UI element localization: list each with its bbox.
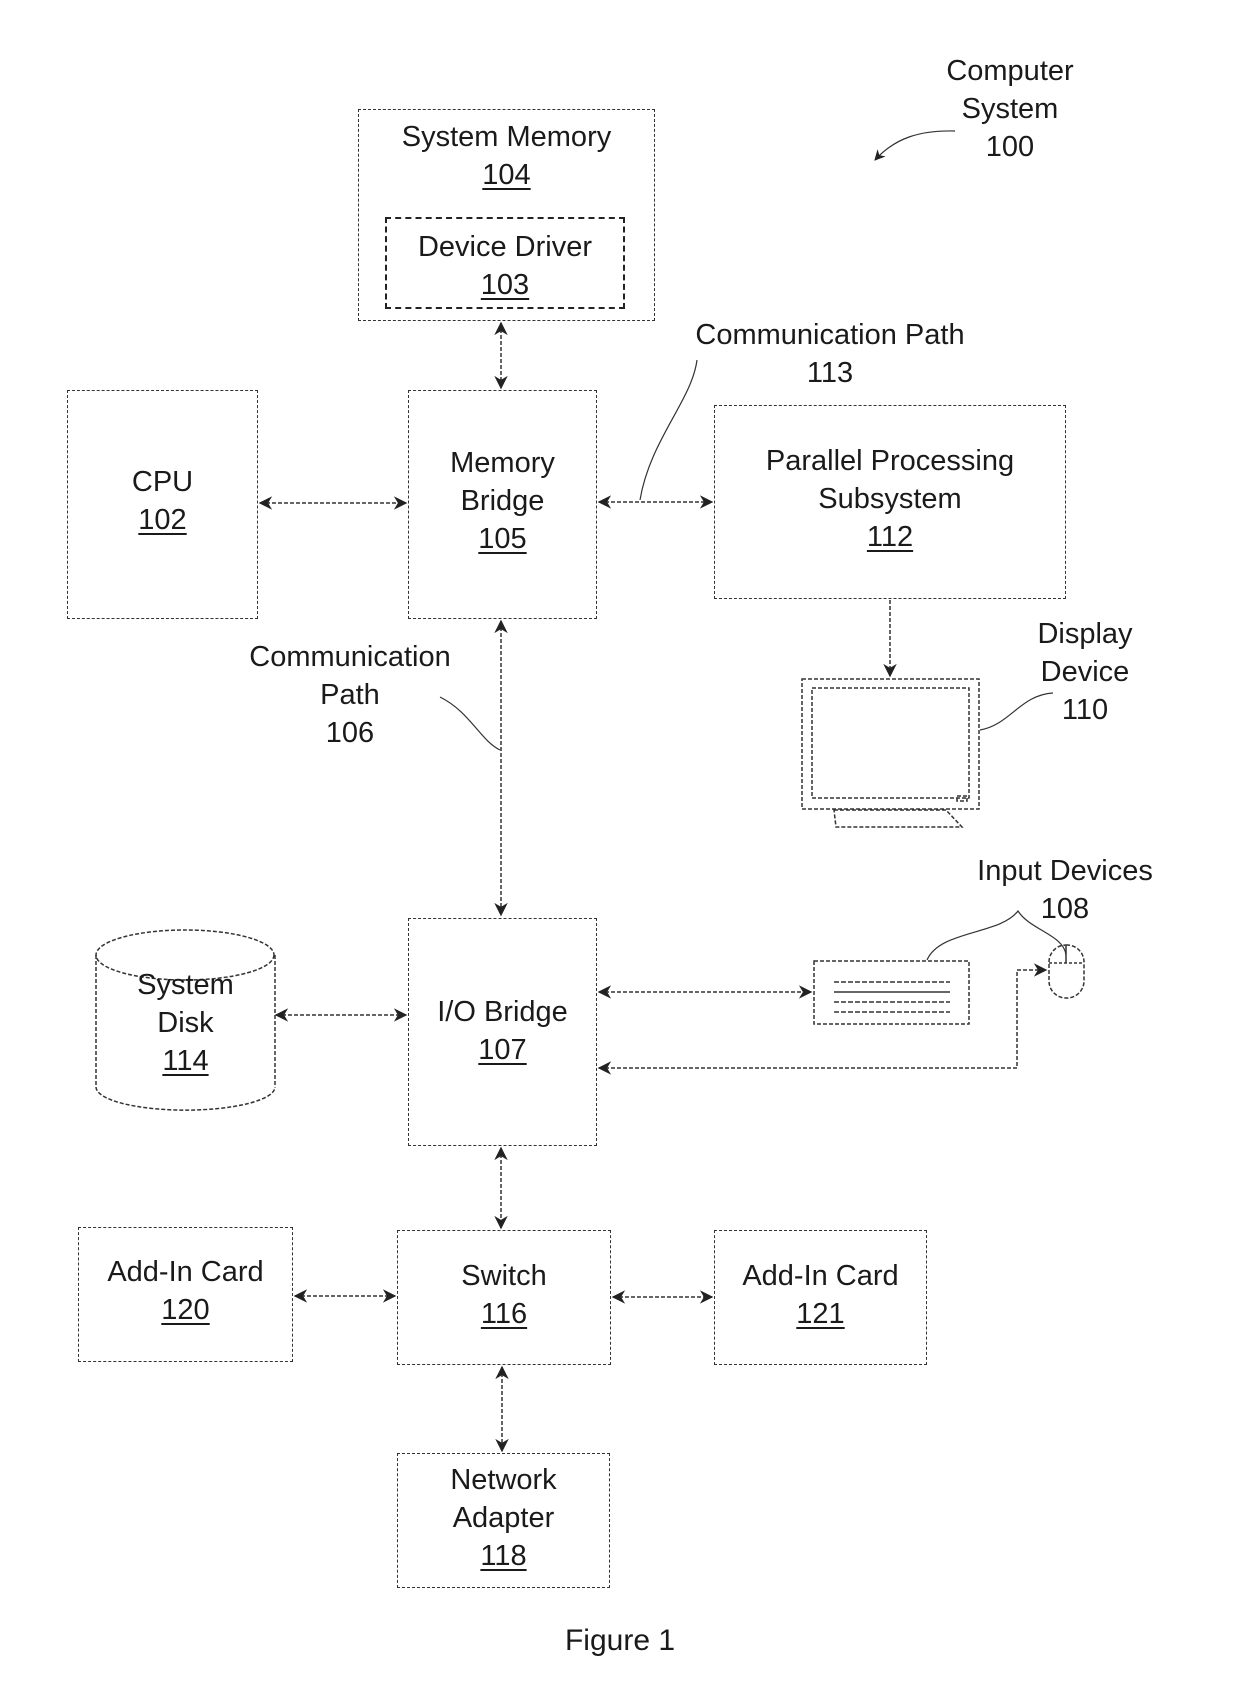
display-device-line2: Device	[1040, 656, 1130, 688]
comm-path-113-text: Communication Path	[695, 319, 965, 351]
memory-bridge-label: Memory Bridge 105	[408, 444, 597, 558]
pps-line1: Parallel Processing	[765, 445, 1015, 477]
system-disk-line2: Disk	[157, 1007, 214, 1039]
io-bridge-name: I/O Bridge	[437, 996, 568, 1028]
memory-bridge-ref: 105	[478, 523, 527, 555]
system-memory-ref: 104	[482, 159, 531, 191]
pps-ref: 112	[866, 521, 914, 553]
add-in-card-121-label: Add-In Card 121	[706, 1257, 935, 1333]
comm-path-106-line2: Path	[320, 679, 380, 711]
device-driver-ref: 103	[480, 269, 530, 301]
switch-label: Switch 116	[397, 1257, 611, 1333]
figure-canvas: Computer System 100 System Memory 104 De…	[0, 0, 1240, 1698]
network-adapter-ref: 118	[480, 1540, 527, 1572]
system-memory-name: System Memory	[401, 121, 612, 153]
title-line1: Computer	[946, 55, 1074, 87]
memory-bridge-line1: Memory	[450, 447, 555, 479]
display-device-ref: 110	[1061, 694, 1109, 726]
system-disk-line1: System	[137, 969, 234, 1001]
io-bridge-ref: 107	[478, 1034, 527, 1066]
callout-comm-path-106: Communication Path 106	[220, 638, 480, 752]
device-driver-label: Device Driver 103	[385, 228, 625, 304]
mouse-icon	[1048, 944, 1085, 999]
memory-bridge-line2: Bridge	[460, 485, 545, 517]
system-memory-label: System Memory 104	[358, 118, 655, 194]
title-ref: 100	[985, 131, 1035, 163]
arrow-iobridge-mouse	[597, 963, 1048, 1075]
comm-path-106-ref: 106	[325, 717, 375, 749]
device-driver-name: Device Driver	[417, 231, 593, 263]
input-devices-label: Input Devices 108	[950, 852, 1180, 928]
add-in-card-120-label: Add-In Card 120	[70, 1253, 301, 1329]
display-monitor-icon	[801, 678, 980, 828]
network-adapter-label: Network Adapter 118	[397, 1461, 610, 1575]
add-in-card-121-ref: 121	[796, 1298, 845, 1330]
add-in-card-120-name: Add-In Card	[107, 1256, 264, 1288]
switch-ref: 116	[480, 1298, 528, 1330]
title-line2: System	[961, 93, 1059, 125]
comm-path-106-line1: Communication	[249, 641, 451, 673]
pps-label: Parallel Processing Subsystem 112	[714, 442, 1066, 556]
add-in-card-121-name: Add-In Card	[742, 1260, 899, 1292]
keyboard-icon	[813, 960, 970, 1025]
pps-line2: Subsystem	[818, 483, 962, 515]
display-device-label: Display Device 110	[1010, 615, 1160, 729]
comm-path-113-ref: 113	[806, 357, 854, 389]
title-computer-system: Computer System 100	[920, 52, 1100, 166]
add-in-card-120-ref: 120	[161, 1294, 210, 1326]
system-disk-ref: 114	[162, 1045, 209, 1077]
cpu-name: CPU	[131, 466, 194, 498]
input-devices-ref: 108	[1040, 893, 1090, 925]
io-bridge-label: I/O Bridge 107	[400, 993, 605, 1069]
callout-comm-path-113: Communication Path 113	[650, 316, 1010, 392]
input-devices-name: Input Devices	[977, 855, 1153, 887]
network-adapter-line2: Adapter	[452, 1502, 555, 1534]
network-adapter-line1: Network	[450, 1464, 557, 1496]
switch-name: Switch	[461, 1260, 547, 1292]
display-device-line1: Display	[1037, 618, 1133, 650]
cpu-ref: 102	[138, 504, 187, 536]
system-disk-label: System Disk 114	[96, 966, 275, 1080]
cpu-label: CPU 102	[67, 463, 258, 539]
figure-caption: Figure 1	[564, 1624, 676, 1657]
